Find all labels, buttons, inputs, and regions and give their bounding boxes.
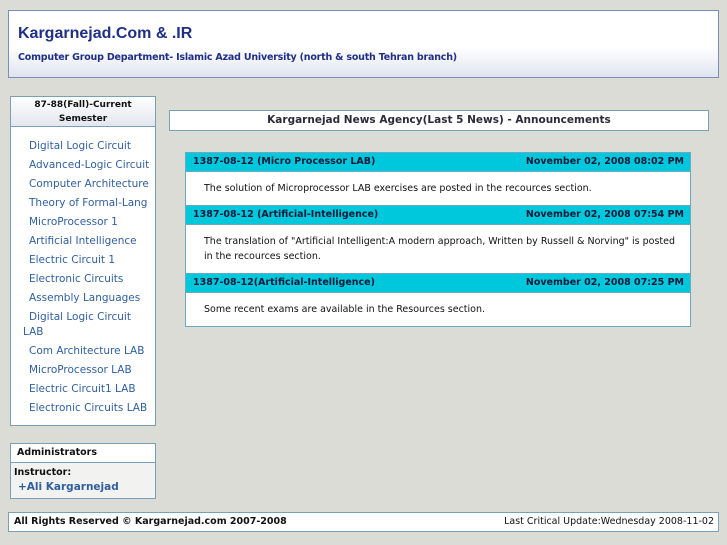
news-item-body: Some recent exams are available in the R… [204,304,486,315]
news-item: 1387-08-12(Artificial-Intelligence) Nove… [185,274,691,327]
course-list: Digital Logic Circuit Advanced-Logic Cir… [11,127,155,418]
instructor-link[interactable]: +Ali Kargarnejad [11,478,155,493]
news-item: 1387-08-12 (Artificial-Intelligence) Nov… [185,206,691,274]
course-link-electronic-circuits-lab[interactable]: Electronic Circuits LAB [11,399,155,418]
news-item-header: 1387-08-12 (Micro Processor LAB) Novembe… [186,153,690,172]
semester-heading: 87-88(Fall)-Current Semester [11,97,155,127]
news-item-body: The solution of Microprocessor LAB exerc… [204,183,592,194]
administrators-heading: Administrators [11,444,155,463]
course-link-digital-logic-lab[interactable]: Digital Logic Circuit LAB [11,308,155,342]
last-update-text: Last Critical Update:Wednesday 2008-11-0… [504,516,714,527]
course-link-digital-logic-lab-line1: Digital Logic Circuit [29,311,131,323]
news-item-header: 1387-08-12(Artificial-Intelligence) Nove… [186,274,690,293]
copyright-text: All Rights Reserved © Kargarnejad.com 20… [14,516,287,527]
administrators-panel: Administrators Instructor: +Ali Kargarne… [10,443,156,499]
site-footer: All Rights Reserved © Kargarnejad.com 20… [8,512,719,532]
semester-courses-panel: 87-88(Fall)-Current Semester Digital Log… [10,96,156,426]
course-link-digital-logic[interactable]: Digital Logic Circuit [11,137,155,156]
news-item-body: The translation of "Artificial Intellige… [204,236,676,262]
instructor-label: Instructor: [14,467,72,478]
news-list: 1387-08-12 (Micro Processor LAB) Novembe… [185,152,691,327]
news-item-date: November 02, 2008 07:25 PM [525,277,684,288]
news-item-heading: 1387-08-12 (Micro Processor LAB) [193,156,376,167]
news-section-title: Kargarnejad News Agency(Last 5 News) - A… [169,110,709,131]
news-item-heading: 1387-08-12(Artificial-Intelligence) [193,277,375,288]
news-item-header: 1387-08-12 (Artificial-Intelligence) Nov… [186,206,690,225]
site-subtitle: Computer Group Department- Islamic Azad … [18,52,457,63]
course-link-formal-lang[interactable]: Theory of Formal-Lang [11,194,155,213]
site-header: Kargarnejad.Com & .IR Computer Group Dep… [8,10,719,78]
course-link-digital-logic-lab-line2: LAB [23,326,44,338]
site-title[interactable]: Kargarnejad.Com & .IR [18,25,192,43]
course-link-microprocessor-lab[interactable]: MicroProcessor LAB [11,361,155,380]
semester-heading-line1: 87-88(Fall)-Current [34,100,132,110]
news-item-heading: 1387-08-12 (Artificial-Intelligence) [193,209,379,220]
course-link-electronic-circuits[interactable]: Electronic Circuits [11,270,155,289]
course-link-advanced-logic[interactable]: Advanced-Logic Circuit [11,156,155,175]
news-item-date: November 02, 2008 08:02 PM [525,156,684,167]
news-item-date: November 02, 2008 07:54 PM [525,209,684,220]
course-link-computer-architecture[interactable]: Computer Architecture [11,175,155,194]
course-link-artificial-intelligence[interactable]: Artificial Intelligence [11,232,155,251]
course-link-assembly[interactable]: Assembly Languages [11,289,155,308]
semester-heading-line2: Semester [58,114,108,124]
course-link-microprocessor[interactable]: MicroProcessor 1 [11,213,155,232]
course-link-com-architecture-lab[interactable]: Com Architecture LAB [11,342,155,361]
course-link-electric-circuit-lab[interactable]: Electric Circuit1 LAB [11,380,155,399]
news-item: 1387-08-12 (Micro Processor LAB) Novembe… [185,152,691,206]
course-link-electric-circuit[interactable]: Electric Circuit 1 [11,251,155,270]
